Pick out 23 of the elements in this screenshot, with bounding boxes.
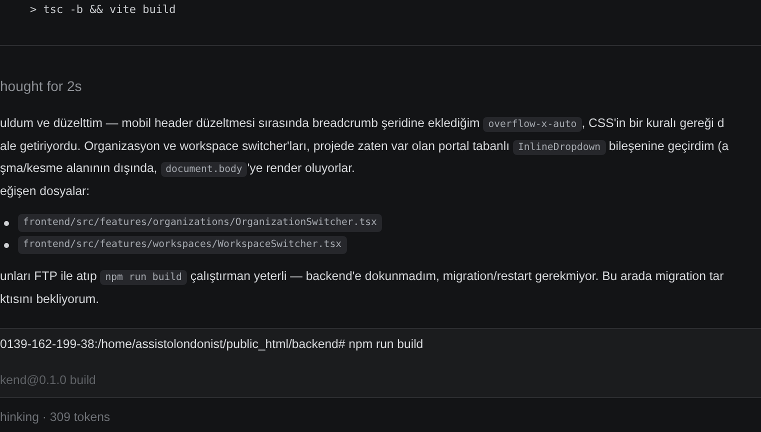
terminal-output: kend@0.1.0 build bbox=[0, 372, 96, 390]
paragraph-text: ktısını bekliyorum. bbox=[0, 292, 100, 306]
thought-label: hought for 2s bbox=[0, 77, 82, 96]
terminal-prompt: 0139-162-199-38:/home/assistolondonist/public_html/backend# npm run build bbox=[0, 336, 424, 353]
paragraph-text: bileşenine geçirdim (a bbox=[608, 138, 729, 152]
paragraph-text: uldum ve düzelttim — mobil header düzeltmesi sırasında breadcrumb şeridine eklediğim bbox=[0, 116, 481, 130]
terminal-command: > tsc -b && vite build bbox=[30, 4, 176, 15]
paragraph-text: eğişen dosyalar: bbox=[0, 184, 90, 198]
bullet-icon bbox=[4, 220, 9, 226]
inline-code: InlineDropdown bbox=[512, 140, 606, 154]
paragraph-text: unları FTP ile atıp bbox=[0, 269, 98, 283]
paragraph-text: şma/kesme alanının dışında, bbox=[0, 161, 158, 175]
thinking-status: hinking · 309 tokens bbox=[0, 409, 110, 426]
inline-code: frontend/src/features/organizations/OrganizationSwitcher.tsx bbox=[18, 214, 382, 232]
inline-code: npm run build bbox=[100, 270, 187, 285]
inline-code: document.body bbox=[160, 162, 248, 177]
inline-code: frontend/src/features/workspaces/WorkspaceSwitcher.tsx bbox=[18, 236, 347, 254]
inline-code: overflow-x-auto bbox=[483, 117, 582, 132]
paragraph-text: 'ye render oluyorlar. bbox=[247, 161, 355, 175]
paragraph-text: çalıştırman yeterli — backend'e dokunmadım, migration/restart gerekmiyor. Bu arada migration tar bbox=[189, 269, 724, 283]
paragraph-text: , CSS'in bir kuralı gereği d bbox=[582, 116, 724, 130]
paragraph-text: ale getiriyordu. Organizasyon ve workspace switcher'ları, projede zaten var olan portal tabanlı bbox=[0, 138, 511, 152]
bullet-icon bbox=[4, 242, 9, 248]
